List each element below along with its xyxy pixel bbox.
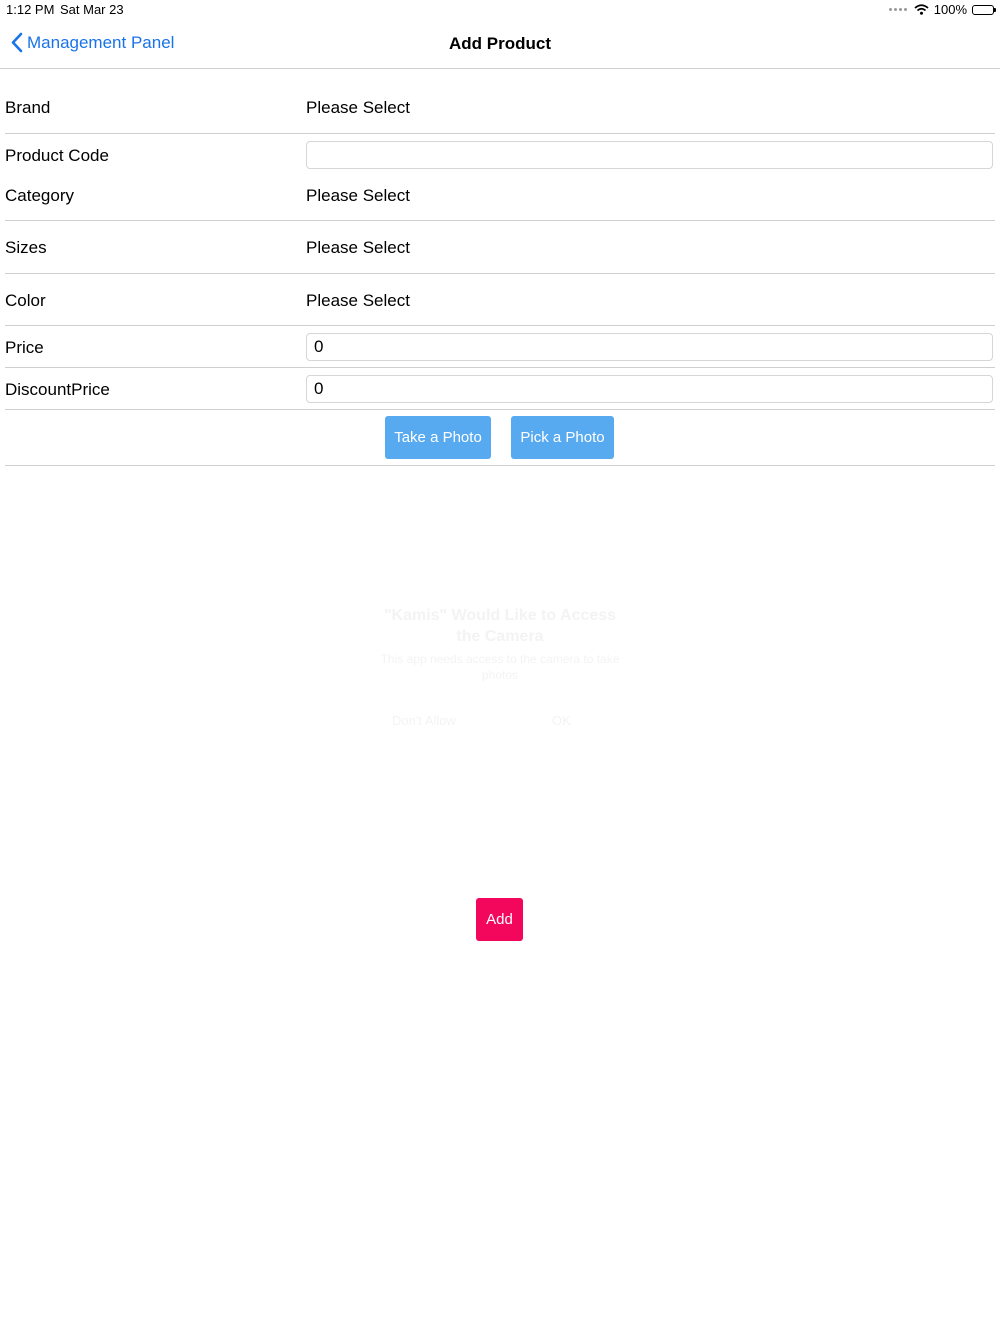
product-code-input[interactable] [306,141,993,169]
color-picker[interactable]: Please Select [306,291,410,311]
divider [5,465,995,466]
alert-actions: Don't Allow OK [380,713,620,733]
alert-dont-allow-button: Don't Allow [392,713,456,728]
battery-percent: 100% [933,2,967,17]
discount-price-input[interactable] [306,375,993,403]
navigation-bar: Management Panel Add Product [0,20,1000,69]
status-right: 100% [888,2,996,17]
status-time: 1:12 PM [6,2,55,17]
brand-picker[interactable]: Please Select [306,98,410,118]
sizes-picker[interactable]: Please Select [306,238,410,258]
alert-message: This app needs access to the camera to t… [380,652,620,682]
category-row[interactable]: Category Please Select [5,176,995,220]
status-date: Sat Mar 23 [60,2,124,17]
sizes-label: Sizes [5,238,47,257]
alert-ok-button: OK [552,713,571,728]
status-bar: 1:12 PM Sat Mar 23 100% [0,0,1000,20]
pick-photo-button[interactable]: Pick a Photo [511,416,614,459]
price-label: Price [5,338,44,357]
alert-title: "Kamis" Would Like to Access the Camera [383,607,617,645]
wifi-icon [914,4,929,15]
page-title: Add Product [449,34,551,53]
category-label: Category [5,186,74,205]
brand-row[interactable]: Brand Please Select [5,88,995,133]
brand-label: Brand [5,98,51,117]
camera-permission-alert: "Kamis" Would Like to Access the Camera … [380,605,620,733]
cellular-signal-icon [888,8,907,11]
add-button[interactable]: Add [476,898,523,941]
color-row[interactable]: Color Please Select [5,274,995,325]
take-photo-button[interactable]: Take a Photo [385,416,491,459]
color-label: Color [5,291,46,310]
divider [5,409,995,410]
category-picker[interactable]: Please Select [306,186,410,206]
discount-price-label: DiscountPrice [5,380,110,399]
price-input[interactable] [306,333,993,361]
product-code-label: Product Code [5,146,109,165]
battery-icon [972,4,996,15]
sizes-row[interactable]: Sizes Please Select [5,221,995,273]
